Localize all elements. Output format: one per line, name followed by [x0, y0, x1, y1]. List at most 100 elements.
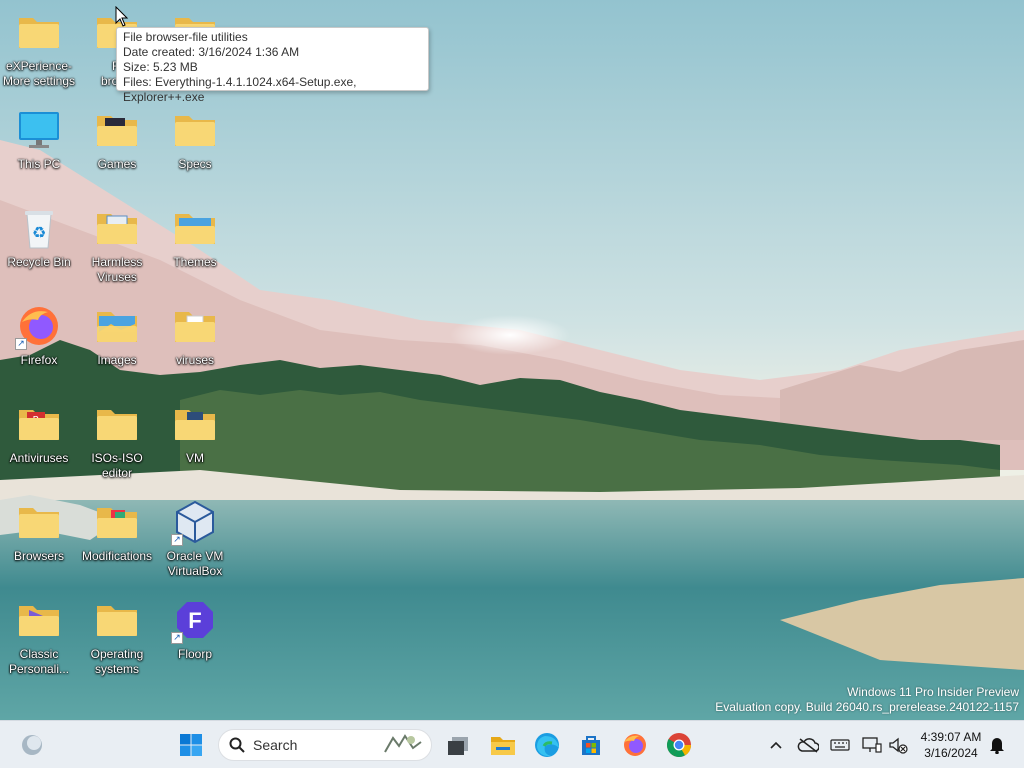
folder-icon [171, 106, 219, 154]
onedrive-icon [797, 738, 819, 753]
desktop-icon-label: VM [186, 451, 204, 465]
chrome-button[interactable] [661, 727, 697, 763]
show-hidden-icons-button[interactable] [764, 733, 788, 757]
folder-icon [15, 8, 63, 56]
desktop-icon-label: This PC [17, 157, 61, 171]
tooltip-size: Size: 5.23 MB [123, 60, 198, 74]
folder-icon [93, 302, 141, 350]
svg-text:♻: ♻ [32, 223, 46, 242]
folder-icon [93, 498, 141, 546]
desktop-icon-browsers[interactable]: Browsers [0, 498, 78, 564]
folder-icon: R [15, 400, 63, 448]
widgets-button[interactable] [14, 727, 50, 763]
desktop-icon-classic-personalization[interactable]: Classic Personali... [0, 596, 78, 677]
desktop-icon-label: Images [97, 353, 137, 367]
folder-icon [93, 204, 141, 252]
desktop-icon-recycle-bin[interactable]: ♻ Recycle Bin [0, 204, 78, 270]
recycle-bin-icon: ♻ [15, 204, 63, 252]
network-icon [862, 737, 882, 753]
virtualbox-icon: ↗ [171, 498, 219, 546]
firefox-icon: ↗ [15, 302, 63, 350]
desktop-icon-label: Operating systems [90, 647, 144, 676]
tooltip-files: Files: Everything-1.4.1.1024.x64-Setup.e… [123, 75, 357, 104]
folder-icon [15, 596, 63, 644]
shortcut-arrow-icon: ↗ [171, 534, 183, 546]
folder-icon [171, 302, 219, 350]
file-explorer-button[interactable] [485, 727, 521, 763]
tooltip-title: File browser-file utilities [123, 30, 248, 44]
store-button[interactable] [573, 727, 609, 763]
search-placeholder: Search [253, 737, 298, 753]
watermark-build: Evaluation copy. Build 26040.rs_prerelea… [715, 700, 1019, 714]
folder-icon [171, 400, 219, 448]
edge-button[interactable] [529, 727, 565, 763]
keyboard-tray-button[interactable] [828, 733, 852, 757]
desktop-icon-firefox[interactable]: ↗ Firefox [0, 302, 78, 368]
windows-watermark: Windows 11 Pro Insider Preview Evaluatio… [715, 685, 1019, 715]
desktop-icon-vm[interactable]: VM [156, 400, 234, 466]
desktop-icon-games[interactable]: Games [78, 106, 156, 172]
desktop-icon-images[interactable]: Images [78, 302, 156, 368]
desktop-icon-specs[interactable]: Specs [156, 106, 234, 172]
search-icon [229, 737, 245, 753]
watermark-edition: Windows 11 Pro Insider Preview [847, 685, 1019, 699]
shortcut-arrow-icon: ↗ [171, 632, 183, 644]
bell-icon [990, 738, 1004, 754]
volume-tray-button[interactable] [886, 733, 910, 757]
desktop-icon-label: Games [97, 157, 137, 171]
firefox-taskbar-button[interactable] [617, 727, 653, 763]
desktop-icon-themes[interactable]: Themes [156, 204, 234, 270]
desktop-icon-modifications[interactable]: Modifications [78, 498, 156, 564]
folder-info-tooltip: File browser-file utilities Date created… [116, 27, 429, 104]
desktop-icon-label: Modifications [81, 549, 153, 563]
desktop-icon-harmless-viruses[interactable]: Harmless Viruses [78, 204, 156, 285]
folder-icon [93, 400, 141, 448]
desktop-icon-label: Specs [178, 157, 212, 171]
desktop-icon-antiviruses[interactable]: R Antiviruses [0, 400, 78, 466]
edge-icon [535, 733, 559, 757]
search-highlight-icon [384, 734, 422, 753]
firefox-icon [624, 734, 646, 756]
desktop-icon-label: eXPerience-More settings [2, 59, 76, 88]
chrome-icon [666, 733, 691, 758]
desktop-icon-label: viruses [175, 353, 214, 367]
shortcut-arrow-icon: ↗ [15, 338, 27, 350]
desktop-icon-floorp[interactable]: F ↗ Floorp [156, 596, 234, 662]
onedrive-tray-button[interactable] [796, 733, 820, 757]
keyboard-icon [830, 739, 850, 751]
desktop-icon-label: Themes [173, 255, 217, 269]
network-tray-button[interactable] [860, 733, 884, 757]
task-view-icon [448, 737, 468, 755]
folder-icon [93, 106, 141, 154]
desktop-icon-viruses[interactable]: viruses [156, 302, 234, 368]
taskbar-clock[interactable]: 4:39:07 AM 3/16/2024 [914, 729, 988, 761]
floorp-icon: F ↗ [171, 596, 219, 644]
desktop-icon-label: Firefox [20, 353, 58, 367]
taskbar: Search 4:39:07 AM 3/16/2024 [0, 720, 1024, 768]
folder-icon [171, 204, 219, 252]
volume-muted-icon [889, 737, 908, 754]
taskbar-search-box[interactable]: Search [218, 729, 432, 761]
desktop-icon-isos-iso-editor[interactable]: ISOs-ISO editor [78, 400, 156, 481]
clock-date: 3/16/2024 [924, 746, 978, 760]
desktop-icon-label: Browsers [13, 549, 64, 563]
folder-icon [15, 498, 63, 546]
desktop-icon-oracle-vm-virtualbox[interactable]: ↗ Oracle VM VirtualBox [156, 498, 234, 579]
tooltip-date-created: Date created: 3/16/2024 1:36 AM [123, 45, 300, 59]
chevron-up-icon [770, 741, 782, 749]
folder-icon [93, 596, 141, 644]
desktop-icon-experience-more-settings[interactable]: eXPerience-More settings [0, 8, 78, 89]
widgets-icon [22, 735, 42, 755]
task-view-button[interactable] [440, 727, 476, 763]
desktop-icon-operating-systems[interactable]: Operating systems [78, 596, 156, 677]
desktop-icon-this-pc[interactable]: This PC [0, 106, 78, 172]
monitor-icon [15, 106, 63, 154]
desktop-icon-label: Classic Personali... [8, 647, 70, 676]
clock-time: 4:39:07 AM [920, 730, 982, 744]
desktop-icon-label: Harmless Viruses [91, 255, 143, 284]
mouse-cursor-icon [115, 6, 129, 27]
notifications-button[interactable] [985, 733, 1009, 757]
desktop-icon-label: Antiviruses [9, 451, 69, 465]
desktop-icon-label: Recycle Bin [7, 255, 71, 269]
start-button[interactable] [173, 727, 209, 763]
